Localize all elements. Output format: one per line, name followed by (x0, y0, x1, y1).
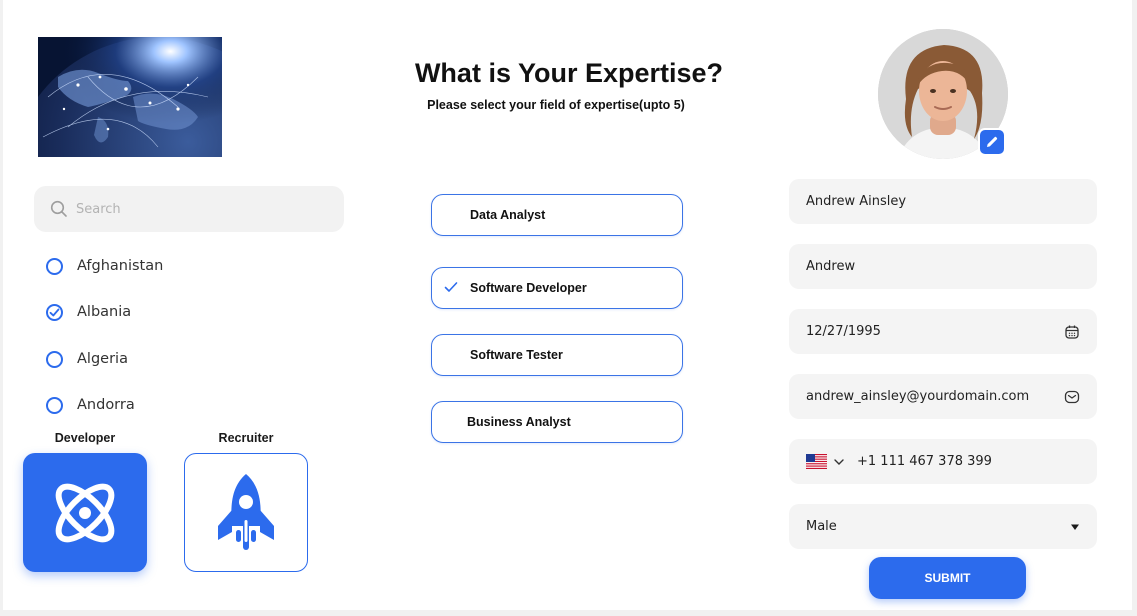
page-title: What is Your Expertise? (414, 58, 724, 88)
submit-button[interactable]: SUBMIT (869, 557, 1026, 599)
nickname-value: Andrew (806, 259, 856, 274)
atom-icon (55, 483, 115, 542)
date-of-birth-field[interactable]: 12/27/1995 (789, 309, 1097, 354)
radio-unchecked-icon[interactable] (46, 350, 63, 368)
globe-banner-image (38, 37, 222, 157)
country-label: Andorra (77, 397, 135, 413)
expertise-option-data-analyst[interactable]: Data Analyst (431, 194, 683, 236)
country-code-selector[interactable] (806, 454, 845, 469)
expertise-option-business-analyst[interactable]: Business Analyst (431, 401, 683, 443)
profile-setup-page: Afghanistan Albania Algeria Andorra Deve… (3, 0, 1132, 610)
checkmark-icon (444, 282, 458, 292)
search-icon (50, 200, 67, 217)
radio-unchecked-icon[interactable] (46, 396, 63, 414)
edit-avatar-button[interactable] (978, 128, 1006, 156)
country-label: Albania (77, 304, 132, 320)
country-search-bar[interactable] (34, 186, 344, 232)
radio-unchecked-icon[interactable] (46, 257, 63, 275)
country-option-afghanistan[interactable]: Afghanistan (46, 255, 163, 277)
expertise-option-software-tester[interactable]: Software Tester (431, 334, 683, 376)
country-option-algeria[interactable]: Algeria (46, 348, 128, 370)
email-icon (1064, 390, 1080, 403)
country-label: Algeria (77, 351, 128, 367)
radio-checked-icon[interactable] (46, 303, 63, 321)
expertise-label: Data Analyst (470, 208, 546, 222)
phone-field[interactable]: +1 111 467 378 399 (789, 439, 1097, 484)
email-field[interactable]: andrew_ainsley@yourdomain.com (789, 374, 1097, 419)
nickname-field[interactable]: Andrew (789, 244, 1097, 289)
phone-value: +1 111 467 378 399 (857, 454, 992, 469)
role-label-developer: Developer (54, 431, 116, 445)
caret-down-icon (1071, 524, 1079, 530)
full-name-value: Andrew Ainsley (806, 194, 907, 209)
expertise-label: Software Tester (470, 348, 563, 362)
search-input[interactable] (76, 201, 316, 217)
country-option-andorra[interactable]: Andorra (46, 394, 135, 416)
gender-select[interactable]: Male (789, 504, 1097, 549)
expertise-option-software-developer[interactable]: Software Developer (431, 267, 683, 309)
expertise-label: Software Developer (470, 281, 587, 295)
page-subtitle: Please select your field of expertise(up… (427, 98, 685, 112)
country-label: Afghanistan (77, 258, 164, 274)
expertise-label: Business Analyst (467, 415, 571, 429)
role-label-recruiter: Recruiter (218, 431, 274, 445)
gender-value: Male (806, 519, 837, 534)
date-of-birth-value: 12/27/1995 (806, 324, 881, 339)
rocket-icon (218, 473, 274, 550)
profile-avatar-block (878, 29, 1008, 159)
chevron-down-icon (834, 458, 844, 465)
email-value: andrew_ainsley@yourdomain.com (806, 389, 1030, 404)
country-option-albania[interactable]: Albania (46, 301, 131, 323)
us-flag-icon (806, 454, 827, 469)
role-card-developer[interactable] (23, 453, 147, 572)
calendar-icon[interactable] (1064, 324, 1080, 340)
role-card-recruiter[interactable] (184, 453, 308, 572)
pencil-icon (987, 136, 998, 147)
full-name-field[interactable]: Andrew Ainsley (789, 179, 1097, 224)
